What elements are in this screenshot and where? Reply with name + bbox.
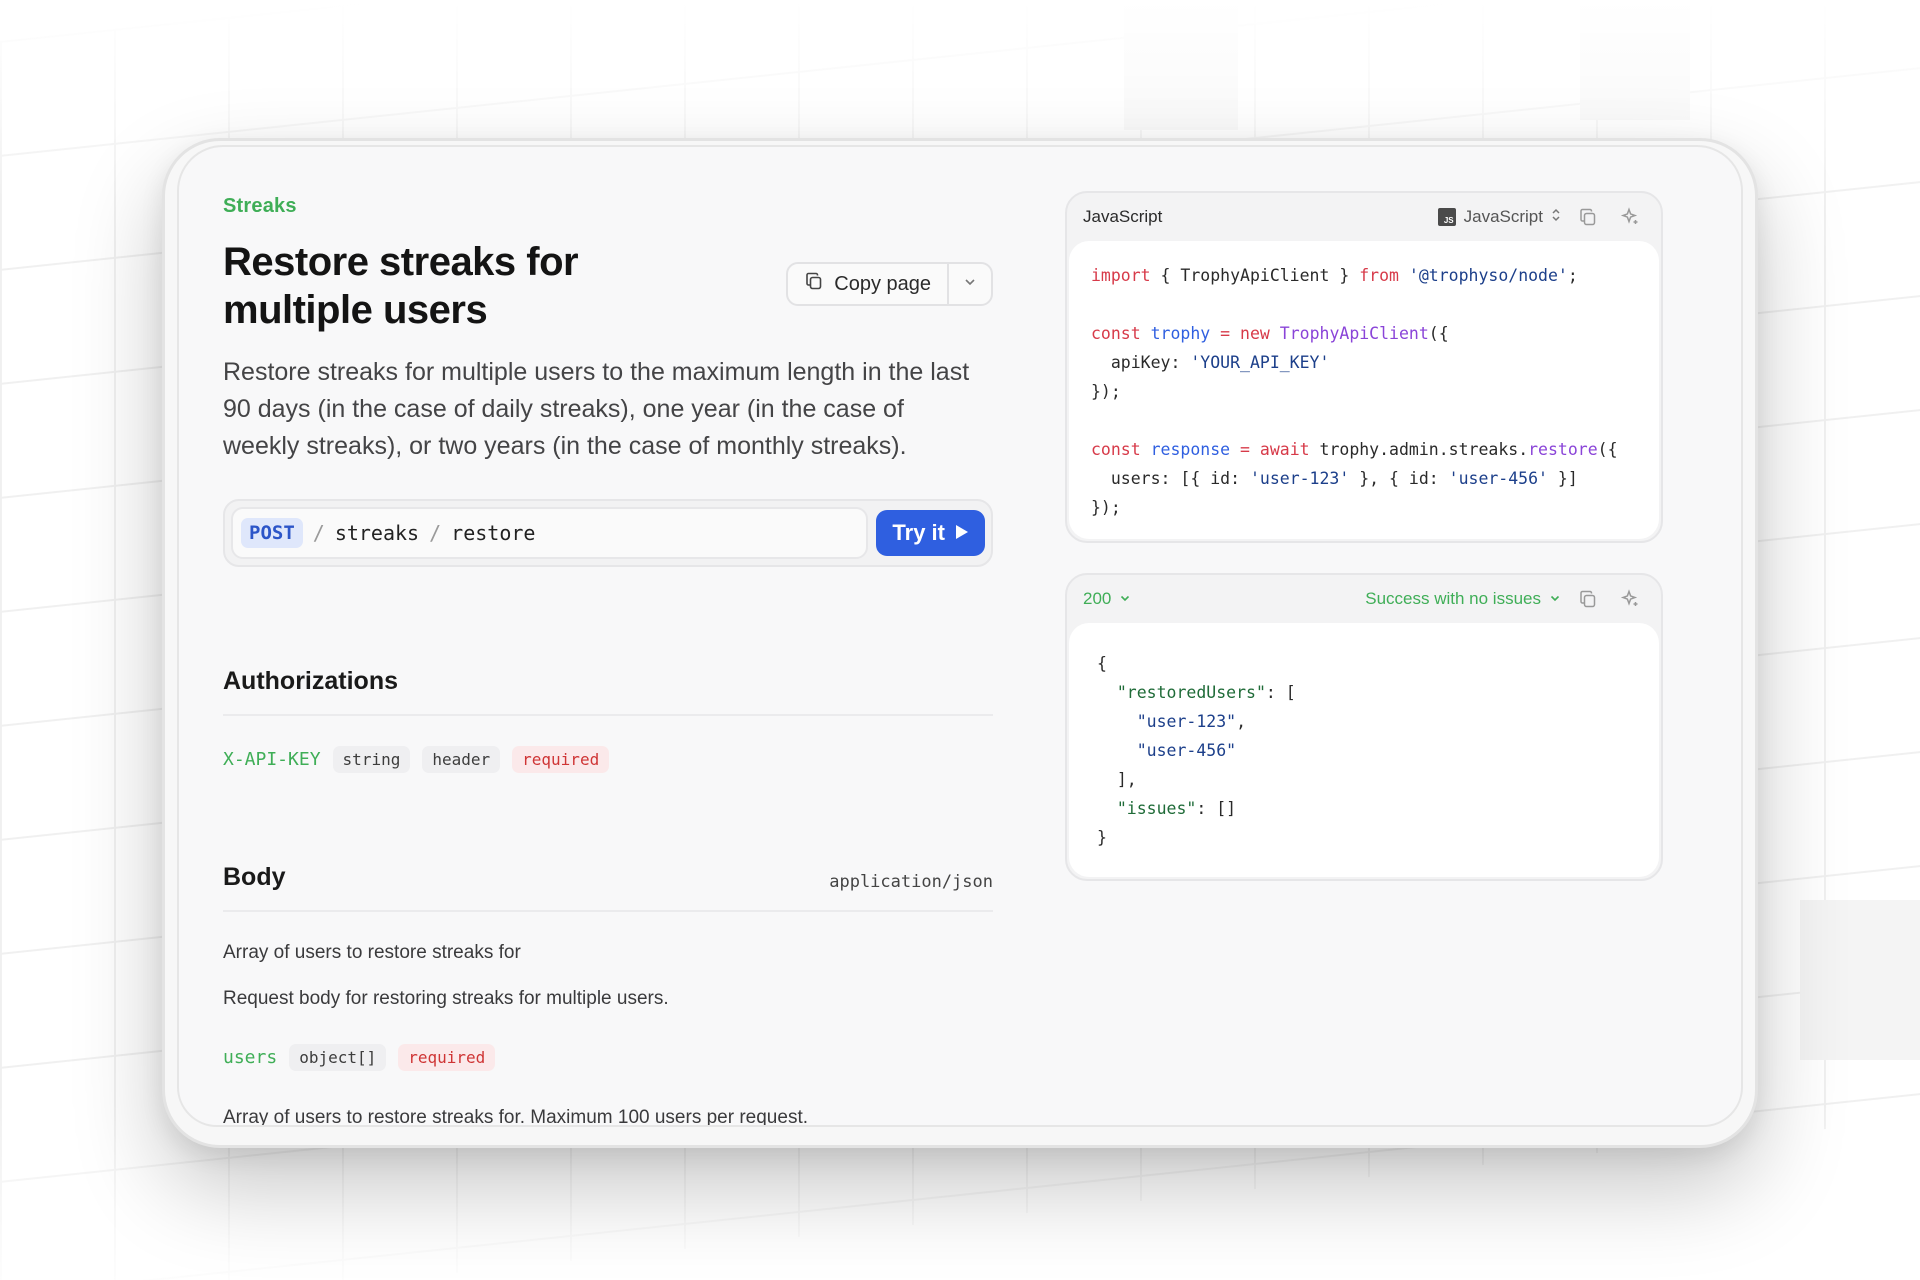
copy-page-menu-button[interactable] <box>947 264 991 304</box>
path-segment: restore <box>451 521 536 545</box>
body-section: Body application/json Array of users to … <box>223 863 993 1127</box>
copy-icon[interactable] <box>1573 584 1603 614</box>
endpoint-bar: POST / streaks / restore Try it <box>223 499 993 567</box>
panel-header: 200 Success with no issues <box>1067 575 1661 623</box>
panel-title: JavaScript <box>1083 207 1163 226</box>
code-line: "user-456" <box>1136 741 1237 760</box>
code-line: }); <box>1091 382 1121 401</box>
breadcrumb[interactable]: Streaks <box>223 195 993 218</box>
field-type: object[] <box>289 1044 387 1071</box>
copy-icon <box>804 271 824 297</box>
copy-page-button[interactable]: Copy page <box>788 264 947 304</box>
response-example-label: Success with no issues <box>1365 589 1541 608</box>
authorizations-title: Authorizations <box>223 667 398 695</box>
main-content: Streaks Restore streaks for multiple use… <box>223 195 993 1127</box>
request-code-block[interactable]: import { TrophyApiClient } from '@trophy… <box>1069 241 1659 539</box>
field-name: users <box>223 1047 278 1068</box>
chevron-down-icon <box>1549 589 1561 609</box>
code-line: ], <box>1097 770 1137 789</box>
js-icon: JS <box>1437 208 1456 226</box>
code-line: "user-123", <box>1136 712 1247 731</box>
response-panel: 200 Success with no issues {"restoredUs… <box>1065 573 1663 881</box>
body-title: Body <box>223 863 286 891</box>
page-title: Restore streaks for multiple users <box>223 240 579 332</box>
path-segment: streaks <box>334 521 420 545</box>
code-line: "restoredUsers": [ <box>1116 683 1296 702</box>
chevron-down-icon <box>963 275 977 294</box>
code-line: { <box>1097 654 1107 673</box>
method-badge: POST <box>241 518 303 548</box>
body-description: Request body for restoring streaks for m… <box>223 988 669 1009</box>
path-separator: / <box>312 521 325 545</box>
section-header: Authorizations <box>223 667 993 716</box>
copy-page-label: Copy page <box>834 272 931 295</box>
path-separator: / <box>429 521 442 545</box>
title-row: Restore streaks for multiple users Copy … <box>223 238 993 334</box>
background-tile <box>1800 900 1920 1060</box>
authorizations-section: Authorizations X-API-KEY string header r… <box>223 667 993 773</box>
chevron-down-icon <box>1119 589 1131 609</box>
field-location: header <box>422 746 501 773</box>
code-line: } <box>1097 828 1107 847</box>
copy-icon[interactable] <box>1573 202 1603 232</box>
docs-page: Streaks Restore streaks for multiple use… <box>177 145 1743 1127</box>
language-label: JavaScript <box>1463 207 1543 226</box>
request-code-panel: JavaScript JS JavaScript import {Trophy… <box>1065 191 1663 543</box>
code-line: }); <box>1091 498 1121 517</box>
device-frame: Streaks Restore streaks for multiple use… <box>162 138 1758 1148</box>
required-badge: required <box>512 746 610 773</box>
status-code-select[interactable]: 200 <box>1083 589 1131 609</box>
code-line: const response = await trophy.admin.stre… <box>1091 440 1618 459</box>
response-example-select[interactable]: Success with no issues <box>1365 589 1561 609</box>
auth-field: X-API-KEY string header required <box>223 746 993 773</box>
required-badge: required <box>398 1044 496 1071</box>
body-field: users object[] required <box>223 1044 993 1071</box>
code-line: "issues": [] <box>1116 799 1237 818</box>
chevron-updown-icon <box>1551 207 1561 228</box>
code-line: users: [{ id: 'user-123' }, { id: 'user-… <box>1091 469 1578 488</box>
sparkle-icon[interactable] <box>1615 202 1645 232</box>
code-line: apiKey: 'YOUR_API_KEY' <box>1091 353 1330 372</box>
status-code: 200 <box>1083 589 1112 608</box>
copy-page-control: Copy page <box>786 262 993 306</box>
response-code-block[interactable]: { "restoredUsers": [ "user-123", "user-4… <box>1069 623 1659 877</box>
body-description: Array of users to restore streaks for <box>223 942 521 963</box>
try-it-label: Try it <box>892 520 945 545</box>
language-select[interactable]: JS JavaScript <box>1437 207 1561 228</box>
section-header: Body application/json <box>223 863 993 912</box>
try-it-button[interactable]: Try it <box>876 510 985 556</box>
code-line: const trophy = new TrophyApiClient({ <box>1091 324 1449 343</box>
sparkle-icon[interactable] <box>1615 584 1645 614</box>
panel-header: JavaScript JS JavaScript <box>1067 193 1661 241</box>
code-line: import { TrophyApiClient } from '@trophy… <box>1091 266 1578 285</box>
page-description: Restore streaks for multiple users to th… <box>223 358 970 460</box>
content-type: application/json <box>829 872 993 892</box>
endpoint-path[interactable]: POST / streaks / restore <box>231 507 869 559</box>
field-description: Array of users to restore streaks for. M… <box>223 1107 809 1127</box>
field-name: X-API-KEY <box>223 749 321 770</box>
play-icon <box>955 520 969 546</box>
field-type: string <box>332 746 411 773</box>
